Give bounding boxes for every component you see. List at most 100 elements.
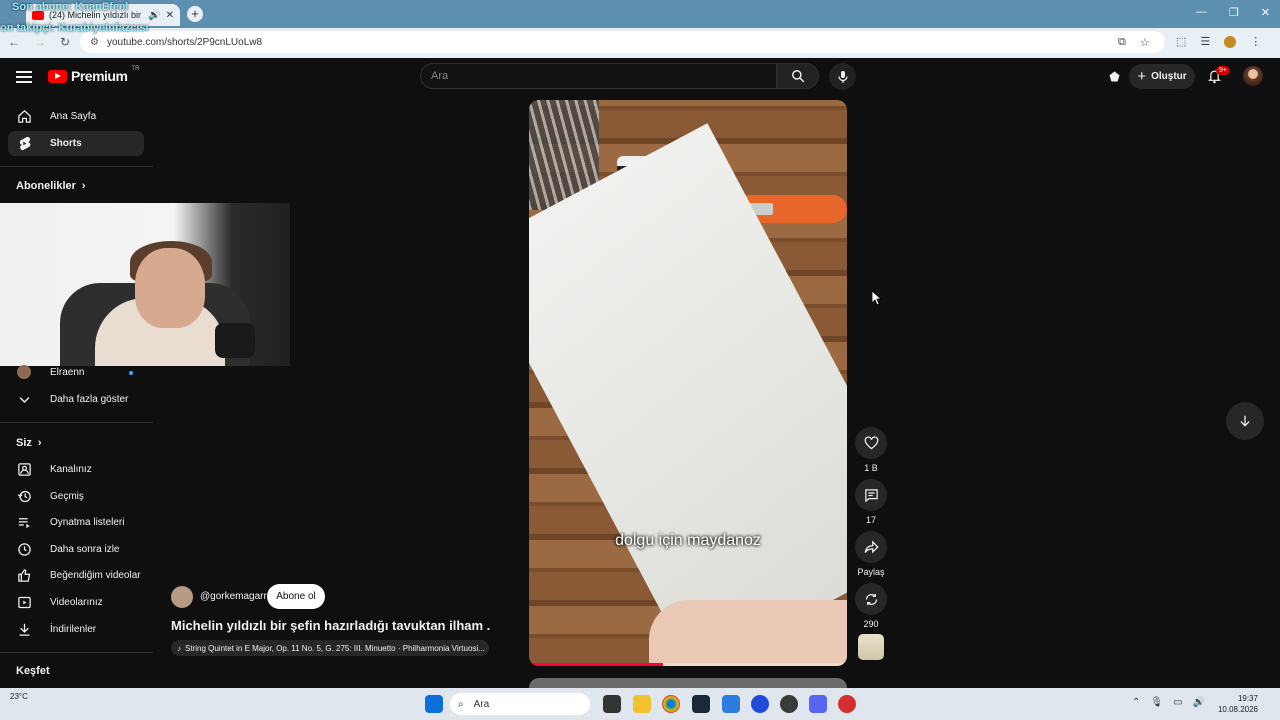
- browser-menu-icon[interactable]: ⋮: [1250, 35, 1261, 48]
- music-link[interactable]: ♪ String Quintet in E Major, Op. 11 No. …: [171, 640, 489, 656]
- app-icon[interactable]: [838, 695, 856, 713]
- sidebar-item-your-channel[interactable]: Kanalınız: [8, 457, 144, 482]
- search-icon: ⌕: [458, 698, 464, 710]
- forward-icon[interactable]: →: [34, 35, 46, 49]
- chrome-icon[interactable]: [662, 695, 680, 713]
- ea-icon[interactable]: [751, 695, 769, 713]
- sidebar-item-liked-videos[interactable]: Beğendiğim videolar: [8, 563, 144, 588]
- install-icon[interactable]: ⧉: [1118, 36, 1126, 49]
- mic-icon[interactable]: 🎙: [1150, 697, 1163, 708]
- like-count: 1 B: [864, 463, 878, 473]
- sidebar-item-history[interactable]: Geçmiş: [8, 484, 144, 509]
- weather-widget[interactable]: 23°C: [10, 692, 28, 701]
- volume-icon[interactable]: 🔊: [1193, 697, 1205, 708]
- url-actions: ⧉ ☆: [1118, 36, 1150, 49]
- url-text: youtube.com/shorts/2P9cnLUoLw8: [106, 36, 263, 48]
- site-info-icon[interactable]: ⚙: [90, 37, 99, 48]
- home-icon: [18, 110, 31, 123]
- youtube-logo[interactable]: Premium TR: [48, 66, 139, 84]
- like-icon: [18, 569, 31, 582]
- sidebar-item-watch-later[interactable]: Daha sonra izle: [8, 537, 144, 562]
- bookmark-star-icon[interactable]: ☆: [1140, 36, 1150, 49]
- share-button[interactable]: [855, 531, 887, 563]
- channel-icon: [18, 463, 31, 476]
- sidebar-item-playlists[interactable]: Oynatma listeleri: [8, 510, 144, 535]
- sound-thumbnail[interactable]: [858, 634, 884, 660]
- next-video-button[interactable]: [1226, 402, 1264, 440]
- windows-start-icon[interactable]: [425, 695, 443, 713]
- streamer-webcam: [0, 203, 290, 366]
- store-icon[interactable]: [722, 695, 740, 713]
- create-button[interactable]: + Oluştur: [1129, 64, 1195, 89]
- subscribe-button[interactable]: Abone ol: [267, 584, 325, 609]
- playlist-icon: [18, 518, 30, 529]
- sparkle-icon[interactable]: [1107, 69, 1122, 89]
- voice-search-button[interactable]: [829, 63, 856, 90]
- remix-icon: [865, 593, 877, 605]
- back-icon[interactable]: ←: [8, 35, 20, 49]
- discord-icon[interactable]: [809, 695, 827, 713]
- close-window-icon[interactable]: ✕: [1261, 6, 1270, 19]
- music-note-icon: ♪: [177, 643, 181, 653]
- share-label: Paylaş: [857, 567, 885, 577]
- sidebar-item-elraenn[interactable]: Elraenn: [8, 360, 144, 385]
- profile-icon[interactable]: [1224, 35, 1237, 48]
- sidebar-item-your-videos[interactable]: Videolarınız: [8, 590, 144, 615]
- comment-icon: [864, 488, 878, 502]
- nav-buttons: ← → ↻: [8, 35, 70, 49]
- url-field[interactable]: ⚙ youtube.com/shorts/2P9cnLUoLw8: [80, 31, 1165, 53]
- explore-header: Keşfet: [16, 665, 50, 677]
- sidebar-item-shorts[interactable]: Shorts: [8, 131, 144, 156]
- chevron-up-icon[interactable]: ⌃: [1132, 697, 1140, 708]
- sidebar-item-home[interactable]: Ana Sayfa: [8, 104, 144, 129]
- sidebar-divider: [0, 422, 153, 423]
- new-tab-button[interactable]: +: [187, 6, 203, 22]
- maximize-icon[interactable]: ❐: [1229, 6, 1239, 19]
- network-icon[interactable]: ▭: [1173, 697, 1182, 708]
- short-title[interactable]: Michelin yıldızlı bir şefin hazırladığı …: [171, 618, 491, 633]
- share-icon: [864, 540, 879, 554]
- comments-button[interactable]: [855, 479, 887, 511]
- you-header[interactable]: Siz ›: [16, 437, 42, 449]
- shorts-icon: [19, 136, 31, 151]
- chevron-right-icon: ›: [37, 437, 42, 449]
- like-button[interactable]: [855, 427, 887, 459]
- extensions-icon[interactable]: ⬚: [1176, 35, 1186, 48]
- tab-close-icon[interactable]: ✕: [166, 10, 174, 21]
- comment-count: 17: [865, 515, 876, 525]
- obs-icon[interactable]: [780, 695, 798, 713]
- sidebar-item-downloads[interactable]: İndirilenler: [8, 617, 144, 642]
- search-button[interactable]: [777, 63, 819, 89]
- video-progress-bar[interactable]: [529, 663, 847, 666]
- hamburger-menu-icon[interactable]: [16, 68, 32, 84]
- reload-icon[interactable]: ↻: [60, 35, 70, 49]
- heart-icon: [864, 436, 878, 450]
- file-explorer-icon[interactable]: [633, 695, 651, 713]
- chevron-right-icon: ›: [81, 180, 86, 192]
- minimize-icon[interactable]: —: [1196, 6, 1207, 19]
- browser-extensions: ⬚ ☰ ⋮: [1176, 35, 1261, 48]
- sidebar-divider: [0, 166, 153, 167]
- short-video-player[interactable]: dolgu için maydanoz: [529, 100, 847, 666]
- mic-icon: [837, 70, 848, 83]
- mouse-cursor-icon: [871, 290, 883, 311]
- channel-avatar[interactable]: [171, 586, 193, 608]
- arrow-down-icon: [1240, 415, 1250, 427]
- remix-button[interactable]: [855, 583, 887, 615]
- task-view-icon[interactable]: [603, 695, 621, 713]
- taskbar-clock[interactable]: 19:37 10.08.2026: [1208, 693, 1258, 715]
- tab-audio-icon[interactable]: 🔊: [148, 10, 160, 21]
- window-controls: — ❐ ✕: [1196, 6, 1270, 19]
- search-input[interactable]: Ara: [420, 63, 777, 89]
- download-icon: [19, 623, 30, 636]
- channel-name[interactable]: @gorkemagarr: [200, 591, 267, 602]
- subscriptions-header[interactable]: Abonelikler ›: [16, 180, 86, 192]
- sidebar-show-more[interactable]: Daha fazla göster: [8, 387, 144, 412]
- reading-list-icon[interactable]: ☰: [1200, 35, 1210, 48]
- account-avatar[interactable]: [1243, 66, 1263, 86]
- taskbar-search[interactable]: ⌕ Ara: [450, 693, 590, 715]
- search-icon: [791, 70, 804, 83]
- steam-icon[interactable]: [692, 695, 710, 713]
- youtube-play-icon: [48, 69, 67, 83]
- notification-count-badge: 9+: [1216, 66, 1230, 75]
